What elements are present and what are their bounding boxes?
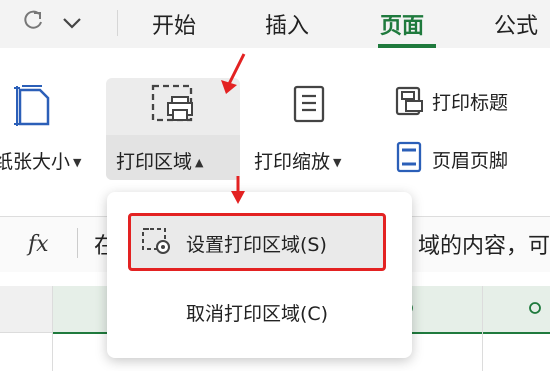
chevron-down-icon: ▼ <box>73 156 82 169</box>
print-titles-icon[interactable] <box>394 86 424 120</box>
print-titles-button[interactable]: 打印标题 <box>432 88 508 115</box>
paper-size-icon[interactable] <box>14 84 54 132</box>
print-scale-button[interactable]: 打印缩放 ▼ <box>254 147 341 174</box>
column-header-icon <box>528 300 542 319</box>
tab-separator <box>117 10 118 36</box>
redo-icon[interactable] <box>20 7 46 39</box>
ribbon-panel <box>0 48 550 216</box>
print-area-button[interactable]: 打印区域 ▲ <box>116 147 203 174</box>
formula-separator <box>77 228 78 258</box>
formula-content-right[interactable]: 域的内容，可 <box>418 228 550 260</box>
tab-home[interactable]: 开始 <box>152 8 196 40</box>
print-area-icon[interactable] <box>150 83 196 129</box>
header-footer-button[interactable]: 页眉页脚 <box>432 146 508 173</box>
paper-size-button[interactable]: 纸张大小 ▼ <box>0 147 81 174</box>
tab-insert[interactable]: 插入 <box>265 8 309 40</box>
grid-line <box>482 286 483 371</box>
grid-line <box>52 286 53 371</box>
chevron-up-icon: ▲ <box>195 156 204 169</box>
fx-button[interactable]: fx <box>28 232 49 257</box>
tab-formulas[interactable]: 公式 <box>494 8 538 40</box>
annotation-arrow <box>218 52 248 102</box>
header-footer-icon[interactable] <box>394 141 424 177</box>
annotation-arrow <box>228 176 248 210</box>
annotation-highlight-box <box>128 213 386 271</box>
tab-page[interactable]: 页面 <box>380 8 424 40</box>
chevron-down-icon[interactable] <box>62 11 82 36</box>
print-scale-icon[interactable] <box>292 84 326 128</box>
cancel-print-area-item[interactable]: 取消打印区域(C) <box>186 299 328 326</box>
chevron-down-icon: ▼ <box>333 156 342 169</box>
